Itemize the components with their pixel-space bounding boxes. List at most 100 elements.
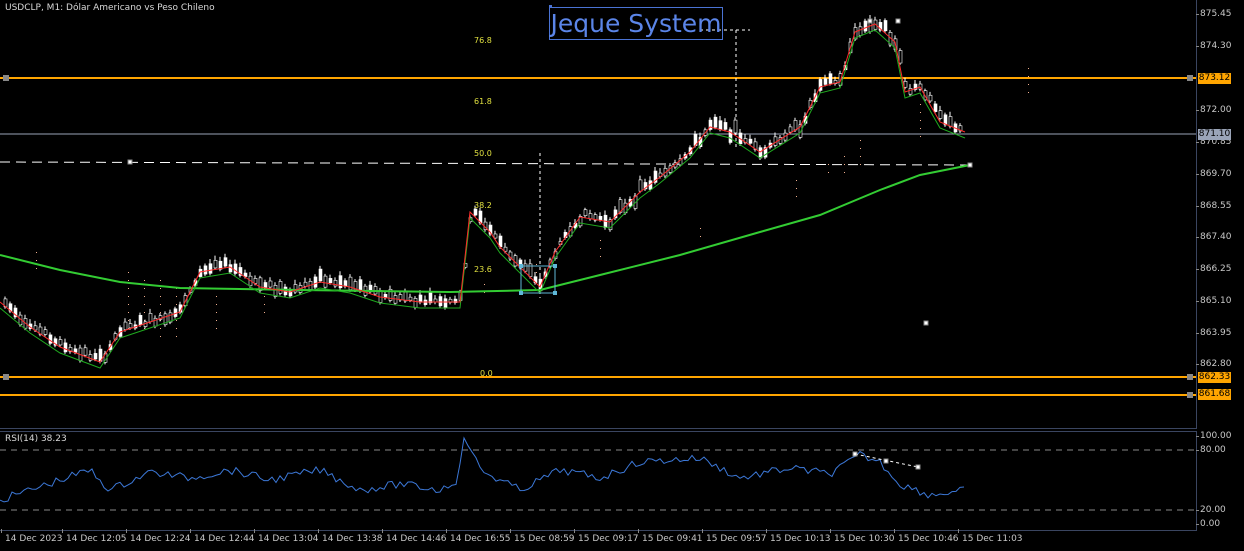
price-axis-label: 862.80: [1196, 359, 1232, 369]
ichimoku-cloud-dot: [144, 280, 145, 281]
time-axis-label: 14 Dec 12:44: [190, 529, 255, 544]
ichimoku-cloud-dot: [160, 312, 161, 313]
time-axis-label: 14 Dec 2023: [1, 529, 63, 544]
price-axis-label: 875.45: [1196, 9, 1232, 19]
candle-body: [523, 263, 528, 272]
ichimoku-cloud-dot: [1028, 84, 1029, 85]
candle-body: [638, 179, 643, 192]
ichimoku-cloud-dot: [796, 180, 797, 181]
candle-body: [788, 126, 793, 133]
candle-body: [428, 291, 433, 304]
ichimoku-cloud-dot: [860, 148, 861, 149]
ichimoku-cloud-dot: [160, 336, 161, 337]
fib-anchor-handle: [553, 264, 557, 268]
candle-body: [718, 120, 723, 130]
candle-body: [583, 209, 588, 216]
price-axis-label: 872.00: [1196, 105, 1232, 115]
ichimoku-cloud-dot: [1028, 76, 1029, 77]
object-anchor-handle: [967, 162, 973, 168]
level-anchor-handle: [1187, 374, 1193, 380]
ichimoku-cloud-dot: [176, 304, 177, 305]
fib-anchor-handle: [519, 264, 523, 268]
support-level-tag-1[interactable]: 862.33: [1198, 372, 1231, 383]
candle-body: [233, 263, 238, 274]
ichimoku-cloud-dot: [1028, 68, 1029, 69]
ichimoku-cloud-dot: [264, 304, 265, 305]
candle-body: [408, 296, 413, 301]
candle-body: [208, 263, 213, 274]
rsi-divergence-handle: [883, 458, 889, 464]
candle-body: [323, 275, 328, 288]
ichimoku-cloud-dot: [796, 188, 797, 189]
candle-body: [93, 353, 98, 360]
time-axis-label: 15 Dec 08:59: [510, 529, 575, 544]
candle-body: [278, 281, 283, 294]
trend-line: [0, 161, 971, 166]
ichimoku-cloud-dot: [160, 328, 161, 329]
ichimoku-cloud-dot: [128, 304, 129, 305]
time-axis-label: 14 Dec 16:55: [446, 529, 511, 544]
ichimoku-cloud-dot: [216, 296, 217, 297]
candle-body: [863, 20, 868, 32]
rsi-axis[interactable]: 100.00 80.00 20.00 0.00: [1195, 431, 1244, 529]
ichimoku-cloud-dot: [600, 240, 601, 241]
level-anchor-handle: [3, 75, 9, 81]
ichimoku-cloud-dot: [700, 236, 701, 237]
candle-body: [148, 313, 153, 323]
time-axis[interactable]: 14 Dec 2023 14 Dec 12:05 14 Dec 12:24 14…: [0, 529, 1196, 551]
candle-body: [43, 329, 48, 335]
rsi-divergence-handle: [852, 451, 858, 457]
price-axis[interactable]: 875.45 874.30 872.00 870.85 869.70 868.5…: [1196, 0, 1244, 428]
fib-level-76-8: 76.8: [474, 36, 492, 45]
candle-body: [898, 50, 903, 64]
candle-body: [328, 278, 333, 283]
ichimoku-cloud-dot: [536, 264, 537, 265]
candle-body: [928, 94, 933, 102]
ichimoku-cloud-dot: [36, 252, 37, 253]
current-price-tag: 871.10: [1198, 129, 1231, 140]
ichimoku-cloud-dot: [128, 312, 129, 313]
ichimoku-cloud-dot: [176, 336, 177, 337]
ichimoku-cloud-dot: [600, 256, 601, 257]
fib-level-0-0: 0.0: [480, 369, 493, 378]
candle-body: [73, 348, 78, 353]
ichimoku-cloud-dot: [144, 312, 145, 313]
candle-body: [343, 280, 348, 287]
candle-body: [203, 265, 208, 275]
ichimoku-cloud-dot: [920, 136, 921, 137]
candle-body: [503, 246, 508, 252]
time-axis-label: 14 Dec 13:38: [318, 529, 383, 544]
support-level-tag-2[interactable]: 861.68: [1198, 389, 1231, 400]
ichimoku-cloud-dot: [160, 288, 161, 289]
candle-body: [223, 257, 228, 267]
candle-body: [253, 278, 258, 284]
candle-body: [733, 119, 738, 134]
time-axis-label: 15 Dec 09:41: [638, 529, 703, 544]
jeque-system-watermark: Jeque System: [549, 7, 723, 40]
ichimoku-cloud-dot: [144, 288, 145, 289]
ichimoku-cloud-dot: [176, 328, 177, 329]
time-axis-label: 14 Dec 13:04: [254, 529, 319, 544]
ichimoku-cloud-dot: [216, 320, 217, 321]
time-axis-label: 14 Dec 12:05: [62, 529, 127, 544]
candle-body: [493, 233, 498, 239]
fib-level-50-0: 50.0: [474, 149, 492, 158]
price-axis-label: 874.30: [1196, 41, 1232, 51]
resistance-level-tag[interactable]: 873.12: [1198, 73, 1231, 84]
candle-body: [933, 103, 938, 112]
ichimoku-cloud-dot: [860, 164, 861, 165]
ichimoku-cloud-dot: [144, 296, 145, 297]
ichimoku-cloud-dot: [920, 128, 921, 129]
level-anchor-handle: [1187, 75, 1193, 81]
ichimoku-cloud-dot: [128, 272, 129, 273]
ichimoku-cloud-dot: [484, 284, 485, 285]
rsi-axis-label: 20.00: [1196, 505, 1226, 515]
ichimoku-cloud-dot: [176, 320, 177, 321]
ichimoku-cloud-dot: [216, 312, 217, 313]
candle-body: [598, 216, 603, 220]
fib-anchor-handle: [553, 291, 557, 295]
level-anchor-handle: [3, 374, 9, 380]
time-axis-label: 14 Dec 12:24: [126, 529, 191, 544]
time-axis-label: 15 Dec 10:30: [830, 529, 895, 544]
ichimoku-cloud-dot: [844, 172, 845, 173]
